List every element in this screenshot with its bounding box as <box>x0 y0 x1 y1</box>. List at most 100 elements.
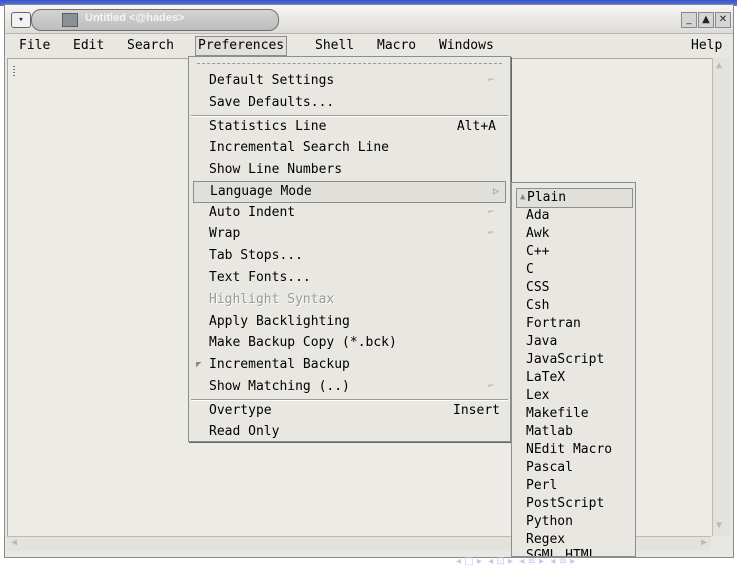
language-item[interactable]: Java <box>526 333 633 351</box>
menu-item-save-defaults[interactable]: Save Defaults... <box>209 93 502 113</box>
language-label: Lex <box>526 388 550 403</box>
language-label: CSS <box>526 280 550 295</box>
menu-shell[interactable]: Shell <box>315 37 354 55</box>
menu-edit[interactable]: Edit <box>73 37 104 55</box>
submenu-arrow-icon: ▷ <box>492 186 499 197</box>
menu-item-label: Read Only <box>209 424 280 439</box>
menu-item-label: Save Defaults... <box>209 95 335 110</box>
title-bar: ▾ Untitled <@hades> _ ▲ ✕ <box>5 5 733 34</box>
menu-item-apply-backlighting[interactable]: Apply Backlighting <box>209 312 502 332</box>
scroll-left-icon[interactable]: ◀ <box>11 537 17 548</box>
scroll-up-icon[interactable]: ▲ <box>716 60 728 74</box>
menu-windows[interactable]: Windows <box>439 37 494 55</box>
menu-search[interactable]: Search <box>127 37 174 55</box>
menu-item-auto-indent[interactable]: Auto Indent ⌐ <box>209 203 502 223</box>
language-item[interactable]: PostScript <box>526 495 633 513</box>
menu-item-label: Tab Stops... <box>209 248 303 263</box>
menu-item-label: Apply Backlighting <box>209 314 350 329</box>
menu-item-text-fonts[interactable]: Text Fonts... <box>209 268 502 288</box>
language-label: Matlab <box>526 424 573 439</box>
language-item[interactable]: Lex <box>526 387 633 405</box>
menu-item-show-line-numbers[interactable]: Show Line Numbers <box>209 160 502 180</box>
menu-item-default-settings[interactable]: Default Settings ⌐ <box>209 71 502 91</box>
language-item[interactable]: Matlab <box>526 423 633 441</box>
scroll-down-icon[interactable]: ▼ <box>716 520 728 534</box>
language-item[interactable]: Python <box>526 513 633 531</box>
language-item[interactable]: Csh <box>526 297 633 315</box>
window-menu-button[interactable]: ▾ <box>11 12 31 28</box>
language-label: Python <box>526 514 573 529</box>
menu-item-statistics-line[interactable]: Statistics Line Alt+A <box>209 117 502 137</box>
menu-item-make-backup-copy[interactable]: Make Backup Copy (*.bck) <box>209 333 502 353</box>
menu-item-overtype[interactable]: Overtype Insert <box>209 401 502 421</box>
menu-item-tab-stops[interactable]: Tab Stops... <box>209 246 502 266</box>
language-item[interactable]: NEdit Macro <box>526 441 633 459</box>
language-item[interactable]: Makefile <box>526 405 633 423</box>
vertical-scrollbar[interactable]: ▲ ▼ <box>712 58 731 536</box>
language-label: PostScript <box>526 496 605 511</box>
menu-item-label: Text Fonts... <box>209 270 311 285</box>
language-item[interactable]: Fortran <box>526 315 633 333</box>
language-label: LaTeX <box>526 370 566 385</box>
window-app-icon <box>62 13 78 27</box>
menu-item-label: Statistics Line <box>209 119 327 134</box>
language-item[interactable]: Perl <box>526 477 633 495</box>
menu-item-highlight-syntax: Highlight Syntax <box>209 290 502 310</box>
menu-item-label: Overtype <box>209 403 272 418</box>
menu-bar: File Edit Search Preferences Shell Macro… <box>5 35 733 57</box>
menu-item-label: Wrap <box>209 226 241 241</box>
menu-preferences[interactable]: Preferences <box>195 36 288 56</box>
language-label: Plain <box>527 190 567 205</box>
language-item[interactable]: Ada <box>526 207 633 225</box>
menu-item-wrap[interactable]: Wrap ⌐ <box>209 224 502 244</box>
menu-item-label: Incremental Backup <box>209 357 350 372</box>
minimize-icon[interactable]: _ <box>681 12 697 28</box>
menu-item-incremental-search-line[interactable]: Incremental Search Line <box>209 138 502 158</box>
language-label: JavaScript <box>526 352 605 367</box>
menu-item-label: Auto Indent <box>209 205 296 220</box>
nav-section-icon[interactable]: ◂ ≡ ▸ <box>519 556 544 567</box>
language-label: Java <box>526 334 558 349</box>
menu-item-label: Incremental Search Line <box>209 140 390 155</box>
language-label: C <box>526 262 534 277</box>
menu-item-language-mode[interactable]: Language Mode ▷ <box>193 181 506 203</box>
language-item[interactable]: JavaScript <box>526 351 633 369</box>
language-mode-submenu: ▲ Plain Ada Awk C++ C CSS Csh Fortran Ja… <box>511 182 636 557</box>
language-label: Regex <box>526 532 566 547</box>
language-label: Pascal <box>526 460 573 475</box>
menu-help[interactable]: Help <box>691 37 722 55</box>
language-label: Awk <box>526 226 550 241</box>
nav-subsection-icon[interactable]: ◂ ≡ ▸ <box>551 556 576 567</box>
menu-item-label: Highlight Syntax <box>209 292 335 307</box>
language-label: Perl <box>526 478 558 493</box>
menu-macro[interactable]: Macro <box>377 37 416 55</box>
language-label: Makefile <box>526 406 589 421</box>
menu-item-accelerator: Insert <box>453 403 500 418</box>
language-item[interactable]: CSS <box>526 279 633 297</box>
language-item[interactable]: Awk <box>526 225 633 243</box>
menu-file[interactable]: File <box>19 37 50 55</box>
window-title: Untitled <@hades> <box>85 12 185 24</box>
close-icon[interactable]: ✕ <box>715 12 731 28</box>
scroll-right-icon[interactable]: ▶ <box>701 537 707 548</box>
nav-frame-icon[interactable]: ◂ ⊡ ▸ <box>488 556 513 567</box>
preferences-dropdown: Default Settings ⌐ Save Defaults... Stat… <box>188 56 511 442</box>
checkmark-icon: ◤ <box>196 360 202 370</box>
language-label: Ada <box>526 208 550 223</box>
language-item[interactable]: LaTeX <box>526 369 633 387</box>
language-label: Csh <box>526 298 550 313</box>
nav-left-icon[interactable]: ◂ □ ▸ <box>456 556 482 567</box>
language-item[interactable]: C <box>526 261 633 279</box>
language-item[interactable]: C++ <box>526 243 633 261</box>
menu-item-incremental-backup[interactable]: ◤ Incremental Backup <box>196 355 502 375</box>
language-label: NEdit Macro <box>526 442 613 457</box>
title-tab[interactable]: Untitled <@hades> <box>31 9 279 31</box>
language-item[interactable]: Pascal <box>526 459 633 477</box>
tear-off-line[interactable] <box>197 63 502 64</box>
menu-item-accelerator: Alt+A <box>456 119 496 134</box>
menu-item-read-only[interactable]: Read Only <box>209 422 502 442</box>
language-item[interactable]: ▲ Plain <box>516 188 633 208</box>
maximize-icon[interactable]: ▲ <box>698 12 714 28</box>
menu-item-label: Language Mode <box>210 184 312 199</box>
menu-item-show-matching[interactable]: Show Matching (..) ⌐ <box>209 377 502 397</box>
